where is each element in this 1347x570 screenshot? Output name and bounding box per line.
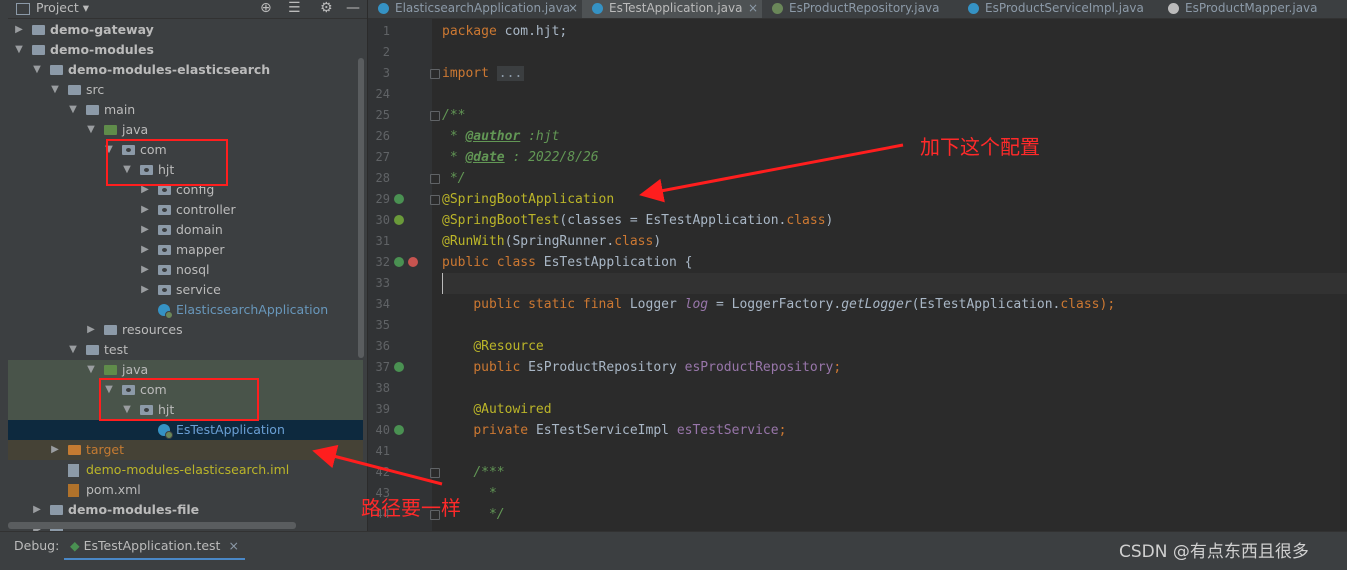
annotation-config-note: 加下这个配置 (920, 135, 1040, 159)
arrow-to-test-class (312, 444, 443, 486)
fold-marker-icon[interactable] (430, 468, 440, 478)
debug-bug-icon: ◆ (70, 538, 80, 553)
fold-marker-icon[interactable] (430, 69, 440, 79)
fold-marker-icon[interactable] (430, 174, 440, 184)
arrow-to-springbootapplication (639, 143, 904, 203)
fold-marker-icon[interactable] (430, 510, 440, 520)
annotation-path-note: 路径要一样 (361, 496, 461, 520)
debug-session-tab[interactable]: ◆ EsTestApplication.test × (64, 534, 245, 560)
csdn-watermark: CSDN @有点东西且很多 (1119, 542, 1309, 562)
debug-session-label: EsTestApplication.test (83, 538, 221, 553)
fold-marker-icon[interactable] (430, 195, 440, 205)
close-icon[interactable]: × (228, 538, 238, 553)
fold-marker-icon[interactable] (430, 111, 440, 121)
annotation-arrows (312, 143, 904, 486)
debug-tool-window-bar: Debug: ◆ EsTestApplication.test × CSDN @… (0, 531, 1347, 570)
debug-label: Debug: (14, 538, 60, 553)
